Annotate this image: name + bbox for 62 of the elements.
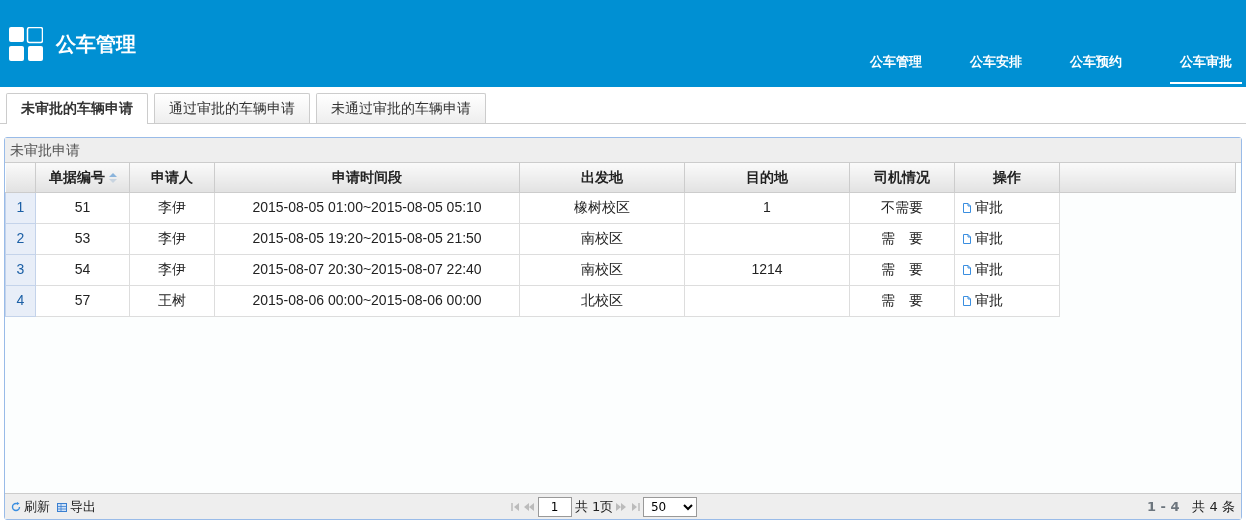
document-icon bbox=[963, 265, 971, 275]
column-header[interactable]: 出发地 bbox=[581, 168, 623, 185]
table-cell: 需 要 bbox=[881, 292, 923, 308]
table-cell: 南校区 bbox=[581, 230, 623, 246]
column-header[interactable]: 目的地 bbox=[746, 168, 788, 185]
last-page-icon[interactable] bbox=[629, 502, 640, 511]
nav-link[interactable]: 公车安排 bbox=[970, 52, 1022, 84]
table-cell: 李伊 bbox=[158, 199, 186, 215]
table-cell: 李伊 bbox=[158, 261, 186, 277]
app-grid-icon bbox=[9, 26, 43, 61]
nav-link[interactable]: 公车预约 bbox=[1070, 52, 1122, 84]
table-cell: 1214 bbox=[751, 261, 783, 277]
approve-link[interactable]: 审批 bbox=[963, 261, 1003, 277]
table-cell: 2015-08-05 19:20~2015-08-05 21:50 bbox=[252, 230, 482, 246]
tab[interactable]: 未通过审批的车辆申请 bbox=[316, 93, 486, 123]
page-size-select[interactable]: 50 bbox=[642, 496, 697, 517]
document-icon bbox=[963, 234, 971, 244]
table-cell: 54 bbox=[74, 261, 91, 277]
tab[interactable]: 未审批的车辆申请 bbox=[6, 93, 148, 124]
table-cell: 2015-08-06 00:00~2015-08-06 00:00 bbox=[252, 292, 482, 308]
sort-icon[interactable] bbox=[108, 172, 117, 183]
page-field[interactable]: 1 bbox=[537, 496, 572, 517]
table-cell: 北校区 bbox=[581, 292, 623, 308]
refresh-icon bbox=[11, 502, 21, 513]
nav-link[interactable]: 公车审批 bbox=[1170, 52, 1242, 84]
table-cell: 需 要 bbox=[881, 261, 923, 277]
table-cell: 李伊 bbox=[158, 230, 186, 246]
row-number: 3 bbox=[5, 254, 36, 285]
export-button[interactable]: 导出 bbox=[56, 496, 96, 517]
row-number: 4 bbox=[5, 285, 36, 316]
first-page-icon[interactable] bbox=[511, 502, 521, 511]
document-icon bbox=[963, 203, 971, 213]
row-number: 2 bbox=[5, 223, 36, 254]
table-cell: 53 bbox=[74, 230, 91, 246]
previous-page-icon[interactable] bbox=[524, 502, 535, 511]
table-cell: 橡树校区 bbox=[574, 199, 630, 215]
row-number: 1 bbox=[5, 192, 36, 223]
table-cell: 2015-08-05 01:00~2015-08-05 05:10 bbox=[252, 199, 482, 215]
table-cell: 不需要 bbox=[881, 199, 923, 215]
table-cell: 2015-08-07 20:30~2015-08-07 22:40 bbox=[252, 261, 482, 277]
approve-link[interactable]: 审批 bbox=[963, 292, 1003, 308]
record-total: 共 4 条 bbox=[1192, 497, 1235, 516]
column-header[interactable]: 操作 bbox=[993, 168, 1021, 185]
table-cell: 51 bbox=[74, 199, 91, 215]
table-cell: 南校区 bbox=[581, 261, 623, 277]
tab[interactable]: 通过审批的车辆申请 bbox=[154, 93, 310, 123]
page-count: 共 1页 bbox=[574, 497, 614, 516]
refresh-button[interactable]: 刷新 bbox=[11, 496, 50, 517]
column-header[interactable]: 申请时间段 bbox=[332, 168, 402, 185]
table-cell: 1 bbox=[763, 199, 771, 215]
record-range: 1 - 4 bbox=[1146, 497, 1180, 516]
next-page-icon[interactable] bbox=[616, 502, 627, 511]
panel-title: 未审批申请 bbox=[5, 138, 1241, 163]
app-title: 公车管理 bbox=[56, 30, 136, 58]
nav-link[interactable]: 公车管理 bbox=[870, 52, 922, 84]
approve-link[interactable]: 审批 bbox=[963, 230, 1003, 246]
table-cell: 需 要 bbox=[881, 230, 923, 246]
approve-link[interactable]: 审批 bbox=[963, 199, 1003, 215]
table-cell: 57 bbox=[74, 292, 91, 308]
table-cell: 王树 bbox=[158, 292, 186, 308]
table-icon bbox=[56, 502, 67, 512]
document-icon bbox=[963, 296, 971, 306]
